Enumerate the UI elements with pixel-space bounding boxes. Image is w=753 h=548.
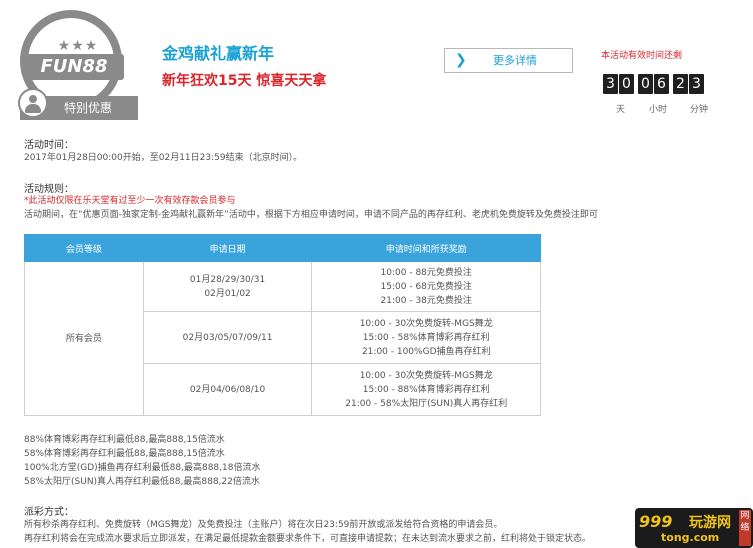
date-line: 02月03/05/07/09/11 (182, 332, 273, 343)
reward-line: 10:00 - 88元免费投注 (380, 267, 472, 278)
reward-cell: 10:00 - 88元免费投注 15:00 - 68元免费投注 21:00 - … (311, 261, 541, 312)
more-details-button[interactable]: ❯ 更多详情 (444, 48, 573, 73)
watermark-domain: tong.com (661, 531, 720, 544)
date-cell: 02月03/05/07/09/11 (142, 311, 313, 364)
bonus-note: 88%体育博彩再存红利最低88,最高888,15倍流水 (24, 435, 225, 445)
date-line: 02月01/02 (204, 288, 251, 299)
countdown-label: 本活动有效时间还剩 (601, 51, 683, 61)
brand-label: FUN88 (24, 54, 124, 80)
member-level-cell: 所有会员 (24, 261, 144, 416)
reward-line: 15:00 - 68元免费投注 (380, 281, 472, 292)
countdown-digit: 3 (603, 74, 618, 94)
reward-line: 21:00 - 58%太阳厅(SUN)真人再存红利 (345, 398, 508, 409)
countdown-digit: 3 (689, 74, 704, 94)
header-time-reward: 申请时间和所获奖励 (311, 234, 541, 262)
rules-note: *此活动仅限在乐天堂有过至少一次有效存款会员参与 (24, 196, 236, 206)
bonus-note: 58%体育博彩再存红利最低88,最高888,15倍流水 (24, 449, 225, 459)
reward-line: 15:00 - 88%体育博彩再存红利 (362, 384, 490, 395)
reward-cell: 10:00 - 30次免费旋转-MGS舞龙 15:00 - 58%体育博彩再存红… (311, 311, 541, 364)
table-header-row: 会员等级 申请日期 申请时间和所获奖励 (24, 234, 541, 262)
promo-schedule-table: 会员等级 申请日期 申请时间和所获奖励 所有会员 01月28/29/30/31 … (24, 234, 541, 416)
countdown-digits: 3 0 0 6 2 3 (603, 74, 705, 94)
user-icon (18, 88, 48, 118)
reward-line: 21:00 - 100%GD捕鱼再存红利 (361, 346, 491, 357)
header-member-level: 会员等级 (24, 234, 144, 262)
countdown-digit: 0 (619, 74, 634, 94)
date-line: 01月28/29/30/31 (189, 274, 266, 285)
time-section-text: 2017年01月28日00:00开始，至02月11日23:59结束（北京时间）。 (24, 153, 303, 163)
watermark-side-tag: 网络 (739, 510, 751, 546)
chevron-right-icon: ❯ (455, 52, 467, 68)
promo-subtitle: 新年狂欢15天 惊喜天天拿 (162, 73, 327, 89)
bonus-note: 100%北方堂(GD)捕鱼再存红利最低88,最高888,18倍流水 (24, 463, 261, 473)
watermark-number: 999 (639, 512, 673, 531)
countdown-digit: 2 (673, 74, 688, 94)
countdown-digit: 6 (654, 74, 669, 94)
countdown-digit: 0 (638, 74, 653, 94)
promo-title: 金鸡献礼赢新年 (162, 44, 275, 63)
header-apply-date: 申请日期 (142, 234, 313, 262)
date-line: 02月04/06/08/10 (189, 384, 266, 395)
unit-hours: 小时 (649, 105, 668, 115)
reward-line: 10:00 - 30次免费旋转-MGS舞龙 (359, 318, 493, 329)
reward-line: 10:00 - 30次免费旋转-MGS舞龙 (359, 370, 493, 381)
unit-days: 天 (616, 105, 626, 115)
payout-line: 再存红利将会在完成流水要求后立即派发，在满足最低提款金额要求条件下，可直接申请提… (24, 534, 592, 544)
reward-line: 21:00 - 38元免费投注 (380, 295, 472, 306)
payout-line: 所有秒杀再存红利、免费旋转（MGS舞龙）及免费投注（主账户）将在次日23:59前… (24, 520, 503, 530)
reward-cell: 10:00 - 30次免费旋转-MGS舞龙 15:00 - 88%体育博彩再存红… (311, 363, 541, 416)
bonus-note: 58%太阳厅(SUN)真人再存红利最低88,最高888,22倍流水 (24, 477, 260, 487)
time-section-title: 活动时间： (24, 140, 74, 151)
date-cell: 02月04/06/08/10 (142, 363, 313, 416)
site-watermark: 999 玩游网 tong.com 网络 (635, 508, 753, 548)
reward-line: 15:00 - 58%体育博彩再存红利 (362, 332, 490, 343)
watermark-name: 玩游网 (689, 515, 731, 531)
table-row: 所有会员 01月28/29/30/31 02月01/02 10:00 - 88元… (24, 261, 541, 416)
fun88-logo-badge: ★★★ FUN88 特别优惠 (14, 10, 142, 120)
date-cell: 01月28/29/30/31 02月01/02 (142, 261, 313, 312)
more-details-label: 更多详情 (493, 54, 537, 67)
unit-minutes: 分钟 (690, 105, 709, 115)
rules-text: 活动期间，在“优惠页面-独家定制-金鸡献礼赢新年”活动中，根据下方相应申请时间，… (24, 210, 598, 220)
payout-section-title: 派彩方式： (24, 507, 74, 518)
stars-icon: ★★★ (57, 38, 99, 54)
